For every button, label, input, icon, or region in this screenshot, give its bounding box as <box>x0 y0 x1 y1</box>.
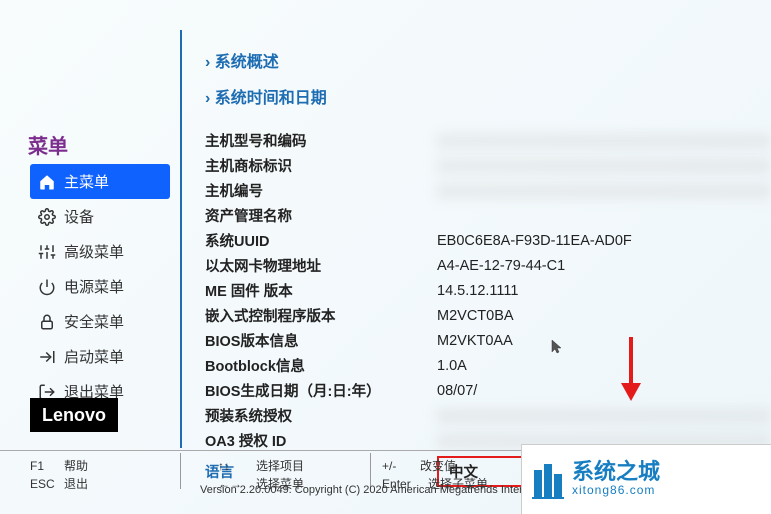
info-row-preload: 预装系统授权 <box>205 403 771 428</box>
key-plusminus: +/- <box>382 457 420 475</box>
version-text: Version 2.20.0049. Copyright (C) 2020 Am… <box>200 484 529 496</box>
info-label: 以太网卡物理地址 <box>205 255 437 276</box>
key-f1-desc: 帮助 <box>64 457 88 475</box>
nav-label: 高级菜单 <box>64 241 124 262</box>
info-value: 08/07/ <box>437 383 771 399</box>
menu-title: 菜单 <box>28 130 68 159</box>
info-label: Bootblock信息 <box>205 355 437 376</box>
main-content: 系统概述 系统时间和日期 主机型号和编码 主机商标标识 主机编号 资产管理名称 <box>175 0 771 448</box>
info-value <box>437 184 771 198</box>
nav-item-power[interactable]: 电源菜单 <box>30 269 170 304</box>
info-label: 嵌入式控制程序版本 <box>205 305 437 326</box>
info-row-serial: 主机编号 <box>205 178 771 203</box>
info-value <box>437 159 771 173</box>
info-row-ec: 嵌入式控制程序版本 M2VCT0BA <box>205 303 771 328</box>
gear-icon <box>38 208 56 226</box>
info-row-asset: 资产管理名称 <box>205 203 771 228</box>
sliders-icon <box>38 243 56 261</box>
watermark-overlay: 系统之城 xitong86.com <box>521 444 771 514</box>
nav-item-boot[interactable]: 启动菜单 <box>30 339 170 374</box>
nav-label: 电源菜单 <box>64 276 124 297</box>
info-label: 主机编号 <box>205 180 437 201</box>
info-label: 资产管理名称 <box>205 205 437 226</box>
building-icon <box>530 460 566 500</box>
nav-item-main[interactable]: 主菜单 <box>30 164 170 199</box>
info-row-biosdate: BIOS生成日期（月:日:年） 08/07/ <box>205 378 771 403</box>
info-row-brand: 主机商标标识 <box>205 153 771 178</box>
info-value: A4-AE-12-79-44-C1 <box>437 258 771 274</box>
info-table: 主机型号和编码 主机商标标识 主机编号 资产管理名称 系统UUID EB0C6E… <box>205 128 771 489</box>
key-esc-desc: 退出 <box>64 475 88 493</box>
nav-label: 安全菜单 <box>64 311 124 332</box>
info-label: 系统UUID <box>205 230 437 251</box>
info-label: BIOS版本信息 <box>205 330 437 351</box>
info-value: M2VCT0BA <box>437 308 771 324</box>
info-label: 主机商标标识 <box>205 155 437 176</box>
info-label: OA3 授权 ID <box>205 430 437 451</box>
nav-item-devices[interactable]: 设备 <box>30 199 170 234</box>
info-label: 主机型号和编码 <box>205 130 437 151</box>
section-link-overview[interactable]: 系统概述 <box>205 48 771 72</box>
key-updown: ↑↓ <box>218 457 256 475</box>
watermark-url: xitong86.com <box>572 483 660 497</box>
key-f1: F1 <box>30 457 64 475</box>
info-row-bios: BIOS版本信息 M2VKT0AA <box>205 328 771 353</box>
info-label: ME 固件 版本 <box>205 280 437 301</box>
nav-item-security[interactable]: 安全菜单 <box>30 304 170 339</box>
info-value: 1.0A <box>437 358 771 374</box>
nav-label: 主菜单 <box>64 171 109 192</box>
info-row-uuid: 系统UUID EB0C6E8A-F93D-11EA-AD0F <box>205 228 771 253</box>
nav-item-advanced[interactable]: 高级菜单 <box>30 234 170 269</box>
info-row-model: 主机型号和编码 <box>205 128 771 153</box>
nav-label: 设备 <box>64 206 94 227</box>
info-label: 预装系统授权 <box>205 405 437 426</box>
key-esc: ESC <box>30 475 64 493</box>
nav-label: 启动菜单 <box>64 346 124 367</box>
export-icon <box>38 348 56 366</box>
footer-divider <box>180 453 181 489</box>
lock-icon <box>38 313 56 331</box>
info-label: BIOS生成日期（月:日:年） <box>205 380 437 401</box>
sidebar: 菜单 主菜单 设备 高级菜单 <box>0 0 175 448</box>
home-icon <box>38 173 56 191</box>
info-value: 14.5.12.1111 <box>437 283 771 299</box>
lenovo-logo: Lenovo <box>30 398 118 432</box>
info-value: M2VKT0AA <box>437 333 771 349</box>
info-row-bootblock: Bootblock信息 1.0A <box>205 353 771 378</box>
nav-list: 主菜单 设备 高级菜单 电源菜单 <box>30 164 170 409</box>
info-row-mac: 以太网卡物理地址 A4-AE-12-79-44-C1 <box>205 253 771 278</box>
watermark-title: 系统之城 <box>572 461 660 483</box>
info-value: EB0C6E8A-F93D-11EA-AD0F <box>437 233 771 249</box>
info-value <box>437 409 771 423</box>
info-value <box>437 134 771 148</box>
power-icon <box>38 278 56 296</box>
vertical-divider <box>180 30 182 448</box>
key-updown-desc: 选择项目 <box>256 457 304 475</box>
info-row-me: ME 固件 版本 14.5.12.1111 <box>205 278 771 303</box>
section-link-datetime[interactable]: 系统时间和日期 <box>205 84 771 108</box>
key-plusminus-desc: 改变值 <box>420 457 456 475</box>
